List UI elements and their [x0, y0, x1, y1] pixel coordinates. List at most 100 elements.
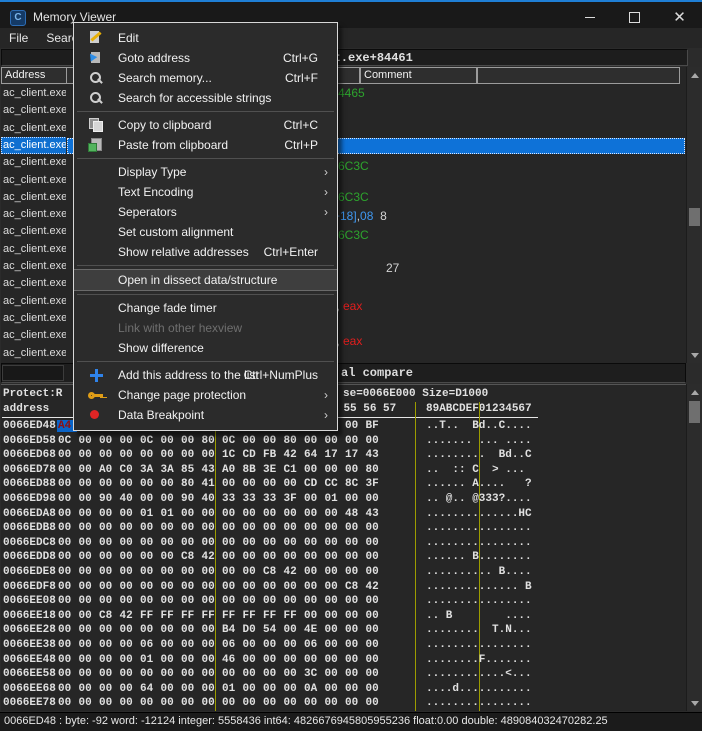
- hex-ascii[interactable]: ............<...: [426, 668, 532, 680]
- hex-byte[interactable]: 00: [79, 697, 97, 709]
- hex-byte[interactable]: 00: [325, 581, 343, 593]
- hex-byte[interactable]: 00: [284, 508, 302, 520]
- hex-byte[interactable]: 00: [284, 683, 302, 695]
- hex-byte[interactable]: 00: [161, 624, 179, 636]
- hex-byte[interactable]: 00: [140, 493, 158, 505]
- hex-byte[interactable]: 00: [181, 683, 199, 695]
- address-list-row[interactable]: ac_client.exe: [1, 137, 71, 154]
- menu-item-set-custom-alignment[interactable]: Set custom alignment: [74, 222, 337, 242]
- hex-byte[interactable]: FF: [243, 610, 261, 622]
- hex-byte[interactable]: 33: [263, 493, 281, 505]
- hex-byte[interactable]: 00: [304, 654, 322, 666]
- hex-byte[interactable]: 00: [325, 683, 343, 695]
- hex-scroll-thumb[interactable]: [689, 401, 700, 423]
- hex-byte[interactable]: 00: [120, 537, 138, 549]
- hex-byte[interactable]: 01: [140, 508, 158, 520]
- scroll-up-icon[interactable]: [688, 385, 701, 399]
- hex-byte[interactable]: 00: [202, 668, 220, 680]
- hex-byte[interactable]: 00: [79, 435, 97, 447]
- disasm-header-comment[interactable]: Comment: [360, 67, 477, 84]
- hex-byte[interactable]: 00: [345, 668, 363, 680]
- hex-byte[interactable]: 00: [345, 551, 363, 563]
- hex-address[interactable]: 0066EDC8: [3, 537, 56, 549]
- hex-byte[interactable]: 00: [120, 654, 138, 666]
- hex-byte[interactable]: 00: [202, 639, 220, 651]
- hex-byte[interactable]: 00: [284, 624, 302, 636]
- hex-address[interactable]: 0066ED88: [3, 478, 56, 490]
- hex-byte[interactable]: 00: [222, 581, 240, 593]
- hex-byte[interactable]: C8: [181, 551, 199, 563]
- menu-item-change-page-protection[interactable]: Change page protection›: [74, 385, 337, 405]
- hex-byte[interactable]: 00: [284, 551, 302, 563]
- address-list-row[interactable]: ac_client.exe: [1, 310, 71, 327]
- hex-byte[interactable]: 64: [304, 449, 322, 461]
- hex-byte[interactable]: 00: [345, 610, 363, 622]
- hex-byte[interactable]: 00: [202, 683, 220, 695]
- hex-address[interactable]: 0066EE78: [3, 697, 56, 709]
- hex-byte[interactable]: FF: [202, 610, 220, 622]
- hex-byte[interactable]: 00: [325, 697, 343, 709]
- hex-ascii[interactable]: ................: [426, 537, 532, 549]
- hex-byte[interactable]: 00: [263, 508, 281, 520]
- hex-byte[interactable]: 00: [202, 522, 220, 534]
- menu-item-text-encoding[interactable]: Text Encoding›: [74, 182, 337, 202]
- hex-byte[interactable]: 46: [222, 654, 240, 666]
- hex-address[interactable]: 0066EE68: [3, 683, 56, 695]
- hex-byte[interactable]: 00: [222, 508, 240, 520]
- hex-byte[interactable]: 00: [140, 668, 158, 680]
- hex-byte[interactable]: 00: [99, 522, 117, 534]
- hex-byte[interactable]: 00: [202, 449, 220, 461]
- hex-byte[interactable]: 00: [202, 654, 220, 666]
- hex-byte[interactable]: 00: [79, 537, 97, 549]
- hex-byte[interactable]: 00: [325, 522, 343, 534]
- hex-byte[interactable]: 00: [140, 624, 158, 636]
- hex-byte[interactable]: 42: [284, 566, 302, 578]
- menu-item-show-relative-addresses[interactable]: Show relative addressesCtrl+Enter: [74, 242, 337, 262]
- hex-byte[interactable]: 0A: [304, 683, 322, 695]
- hex-byte[interactable]: 00: [325, 537, 343, 549]
- hex-byte[interactable]: 00: [243, 668, 261, 680]
- hex-byte[interactable]: 00: [181, 449, 199, 461]
- disasm-scrollbar[interactable]: [686, 67, 702, 363]
- hex-byte[interactable]: 06: [222, 639, 240, 651]
- hex-byte[interactable]: 00: [243, 595, 261, 607]
- hex-byte[interactable]: 1C: [222, 449, 240, 461]
- hex-byte[interactable]: 00: [140, 581, 158, 593]
- hex-byte[interactable]: 0C: [140, 435, 158, 447]
- address-list-row[interactable]: ac_client.exe: [1, 120, 71, 137]
- hex-byte[interactable]: 00: [284, 654, 302, 666]
- hex-byte[interactable]: 00: [79, 508, 97, 520]
- hex-byte[interactable]: 00: [161, 493, 179, 505]
- hex-byte[interactable]: CD: [304, 478, 322, 490]
- address-list-header[interactable]: Address: [1, 67, 67, 84]
- hex-byte[interactable]: 00: [99, 537, 117, 549]
- hex-byte[interactable]: 00: [345, 464, 363, 476]
- hex-byte[interactable]: 00: [345, 566, 363, 578]
- hex-byte[interactable]: 00: [181, 697, 199, 709]
- hex-byte[interactable]: 00: [222, 537, 240, 549]
- hex-byte[interactable]: 00: [120, 508, 138, 520]
- hex-byte[interactable]: 42: [366, 581, 384, 593]
- hex-byte[interactable]: 00: [99, 449, 117, 461]
- hex-byte[interactable]: 00: [263, 551, 281, 563]
- hex-byte[interactable]: FF: [140, 610, 158, 622]
- hex-byte[interactable]: 00: [284, 668, 302, 680]
- hex-byte[interactable]: 00: [366, 435, 384, 447]
- hex-byte[interactable]: 00: [304, 522, 322, 534]
- hex-byte[interactable]: 00: [345, 537, 363, 549]
- hex-byte[interactable]: 00: [58, 478, 76, 490]
- hex-byte[interactable]: 00: [58, 537, 76, 549]
- hex-byte[interactable]: 00: [161, 581, 179, 593]
- minimize-button[interactable]: [567, 4, 612, 30]
- hex-byte[interactable]: D0: [243, 624, 261, 636]
- hex-byte[interactable]: 0C: [58, 435, 76, 447]
- address-list-row[interactable]: ac_client.exe: [1, 241, 71, 258]
- hex-byte[interactable]: 00: [202, 595, 220, 607]
- hex-byte[interactable]: 00: [79, 478, 97, 490]
- hex-byte[interactable]: 00: [99, 478, 117, 490]
- hex-ascii[interactable]: ................: [426, 595, 532, 607]
- hex-ascii[interactable]: ........ T.N...: [426, 624, 532, 636]
- hex-byte[interactable]: 00: [366, 697, 384, 709]
- hex-byte[interactable]: 00: [243, 508, 261, 520]
- hex-byte[interactable]: 00: [79, 493, 97, 505]
